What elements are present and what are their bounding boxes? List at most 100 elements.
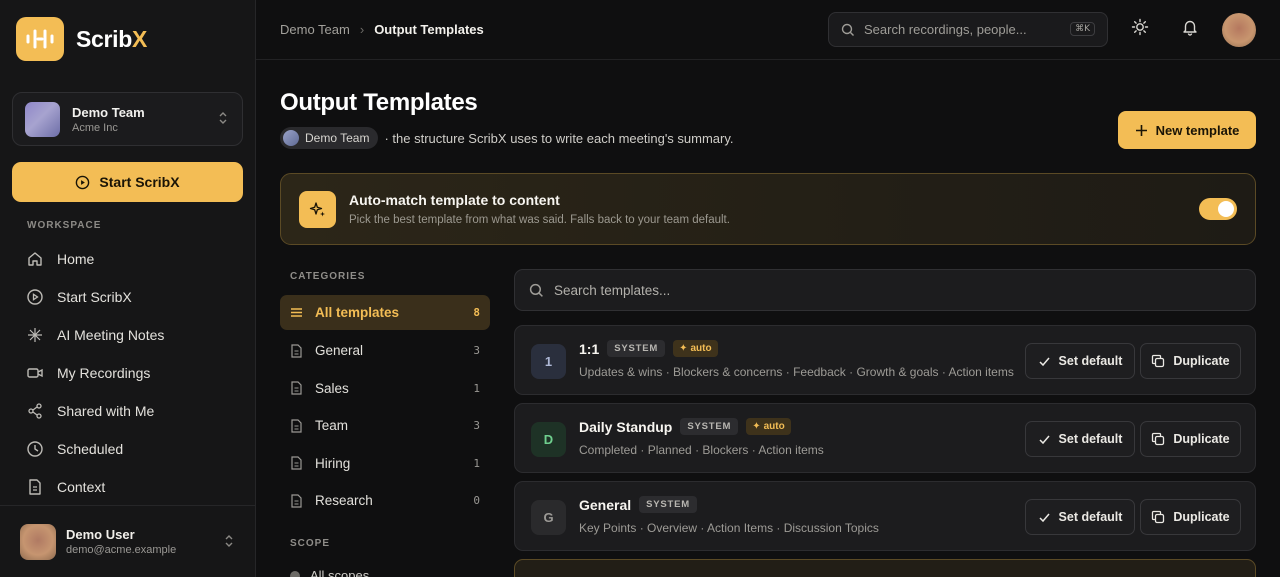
- sidebar-item-label: AI Meeting Notes: [57, 327, 165, 343]
- search-icon: [841, 23, 854, 36]
- categories-label: CATEGORIES: [290, 271, 366, 282]
- profile-avatar[interactable]: [1222, 13, 1256, 47]
- sparkles-icon: [299, 191, 336, 228]
- category-general[interactable]: General 3: [280, 332, 490, 370]
- template-list: 1 1:1 SYSTEM ✦ auto Updates & wins · Bloc…: [514, 325, 1256, 559]
- duplicate-button[interactable]: Duplicate: [1140, 343, 1241, 379]
- global-search-input[interactable]: Search recordings, people... ⌘K: [828, 12, 1108, 47]
- document-icon: [291, 381, 302, 395]
- auto-match-toggle[interactable]: [1199, 198, 1237, 220]
- document-icon: [291, 456, 302, 470]
- document-icon: [291, 419, 302, 433]
- start-scribx-label: Start ScribX: [99, 174, 180, 190]
- duplicate-button[interactable]: Duplicate: [1140, 499, 1241, 535]
- chevron-right-icon: ›: [359, 22, 365, 37]
- user-menu[interactable]: Demo User demo@acme.example: [0, 505, 256, 577]
- bell-icon[interactable]: [1181, 18, 1199, 36]
- category-label: Research: [315, 493, 373, 509]
- scope-label: SCOPE: [290, 538, 331, 549]
- sun-icon[interactable]: [1131, 18, 1149, 36]
- template-description: Key Points · Overview · Action Items · D…: [579, 521, 879, 535]
- template-card[interactable]: D Daily Standup SYSTEM ✦ auto Completed ·…: [514, 403, 1256, 473]
- breadcrumb-team[interactable]: Demo Team: [280, 22, 350, 37]
- video-icon: [27, 368, 43, 378]
- auto-tag-label: auto: [690, 343, 712, 354]
- template-card[interactable]: G General SYSTEM Key Points · Overview ·…: [514, 481, 1256, 551]
- duplicate-button[interactable]: Duplicate: [1140, 421, 1241, 457]
- check-icon: [1039, 357, 1050, 366]
- logo-waveform-icon: [16, 17, 64, 61]
- search-shortcut: ⌘K: [1070, 22, 1095, 36]
- logo[interactable]: ScribX: [16, 17, 147, 61]
- category-count: 8: [473, 306, 480, 319]
- team-chip-label: Demo Team: [305, 131, 370, 145]
- play-circle-icon: [27, 289, 43, 305]
- set-default-button[interactable]: Set default: [1025, 499, 1135, 535]
- breadcrumb: Demo Team › Output Templates: [280, 22, 484, 37]
- clock-icon: [27, 441, 43, 457]
- play-circle-icon: [76, 175, 90, 189]
- team-chip[interactable]: Demo Team: [280, 127, 379, 149]
- category-count: 1: [473, 456, 480, 470]
- sidebar-nav: Home Start ScribX AI Meeting Notes My Re…: [26, 240, 236, 506]
- category-count: 3: [473, 344, 480, 358]
- sidebar-item-my-recordings[interactable]: My Recordings: [26, 354, 236, 392]
- category-hiring[interactable]: Hiring 1: [280, 445, 490, 483]
- check-icon: [1039, 435, 1050, 444]
- page-subtitle: Demo Team · the structure ScribX uses to…: [280, 127, 734, 149]
- set-default-button[interactable]: Set default: [1025, 343, 1135, 379]
- category-team[interactable]: Team 3: [280, 407, 490, 445]
- sparkle-icon: ✦: [679, 343, 688, 354]
- toggle-knob: [1218, 201, 1234, 217]
- workspace-section-label: WORKSPACE: [27, 220, 102, 231]
- template-name: General: [579, 496, 632, 513]
- sidebar-item-ai-meeting-notes[interactable]: AI Meeting Notes: [26, 316, 236, 354]
- scope-item-all[interactable]: All scopes: [290, 568, 369, 577]
- scope-item-label: All scopes: [310, 568, 370, 577]
- set-default-button[interactable]: Set default: [1025, 421, 1135, 457]
- sparkle-icon: [28, 328, 42, 342]
- new-template-button[interactable]: New template: [1118, 111, 1256, 149]
- check-icon: [1039, 513, 1050, 522]
- copy-icon: [1152, 510, 1165, 524]
- template-search-input[interactable]: Search templates...: [514, 269, 1256, 311]
- global-search-placeholder: Search recordings, people...: [864, 22, 1027, 37]
- category-label: Sales: [315, 380, 349, 396]
- category-sales[interactable]: Sales 1: [280, 370, 490, 408]
- sidebar-item-scheduled[interactable]: Scheduled: [26, 430, 236, 468]
- logo-text: ScribX: [76, 25, 148, 52]
- set-default-label: Set default: [1058, 432, 1123, 446]
- category-label: All templates: [315, 305, 400, 320]
- template-badge: D: [531, 422, 566, 457]
- sidebar-item-label: My Recordings: [57, 365, 151, 381]
- template-title-row: General SYSTEM: [579, 496, 698, 513]
- sidebar-item-home[interactable]: Home: [26, 240, 236, 278]
- sidebar-item-context[interactable]: Context: [26, 468, 236, 506]
- app-root: ScribX Demo Team Acme Inc Start ScribX W…: [0, 0, 1280, 577]
- breadcrumb-current: Output Templates: [374, 22, 484, 37]
- template-badge: G: [531, 500, 566, 535]
- subtitle-text: · the structure ScribX uses to write eac…: [384, 130, 734, 146]
- template-title-row: Daily Standup SYSTEM ✦ auto: [579, 418, 791, 435]
- sidebar-item-start-scribx[interactable]: Start ScribX: [26, 278, 236, 316]
- category-research[interactable]: Research 0: [280, 482, 490, 520]
- template-card-partial[interactable]: [514, 559, 1256, 577]
- user-email: demo@acme.example: [66, 544, 177, 556]
- sidebar-item-shared-with-me[interactable]: Shared with Me: [26, 392, 236, 430]
- template-card[interactable]: 1 1:1 SYSTEM ✦ auto Updates & wins · Bloc…: [514, 325, 1256, 395]
- template-name: Daily Standup: [579, 418, 673, 435]
- category-label: Team: [315, 418, 349, 434]
- team-switcher[interactable]: Demo Team Acme Inc: [12, 92, 243, 146]
- page-title: Output Templates: [280, 89, 478, 116]
- chevron-updown-icon: [225, 535, 233, 547]
- auto-match-title: Auto-match template to content: [349, 192, 560, 208]
- team-name: Demo Team: [72, 104, 145, 120]
- topbar: Demo Team › Output Templates Search reco…: [256, 0, 1280, 60]
- category-label: Hiring: [315, 455, 351, 471]
- chevron-updown-icon: [219, 112, 227, 124]
- document-icon: [29, 479, 41, 495]
- category-list: All templates 8 General 3 Sales 1 Team 3…: [280, 295, 490, 520]
- start-scribx-button[interactable]: Start ScribX: [12, 162, 243, 202]
- set-default-label: Set default: [1058, 510, 1123, 524]
- category-all-templates[interactable]: All templates 8: [280, 295, 490, 330]
